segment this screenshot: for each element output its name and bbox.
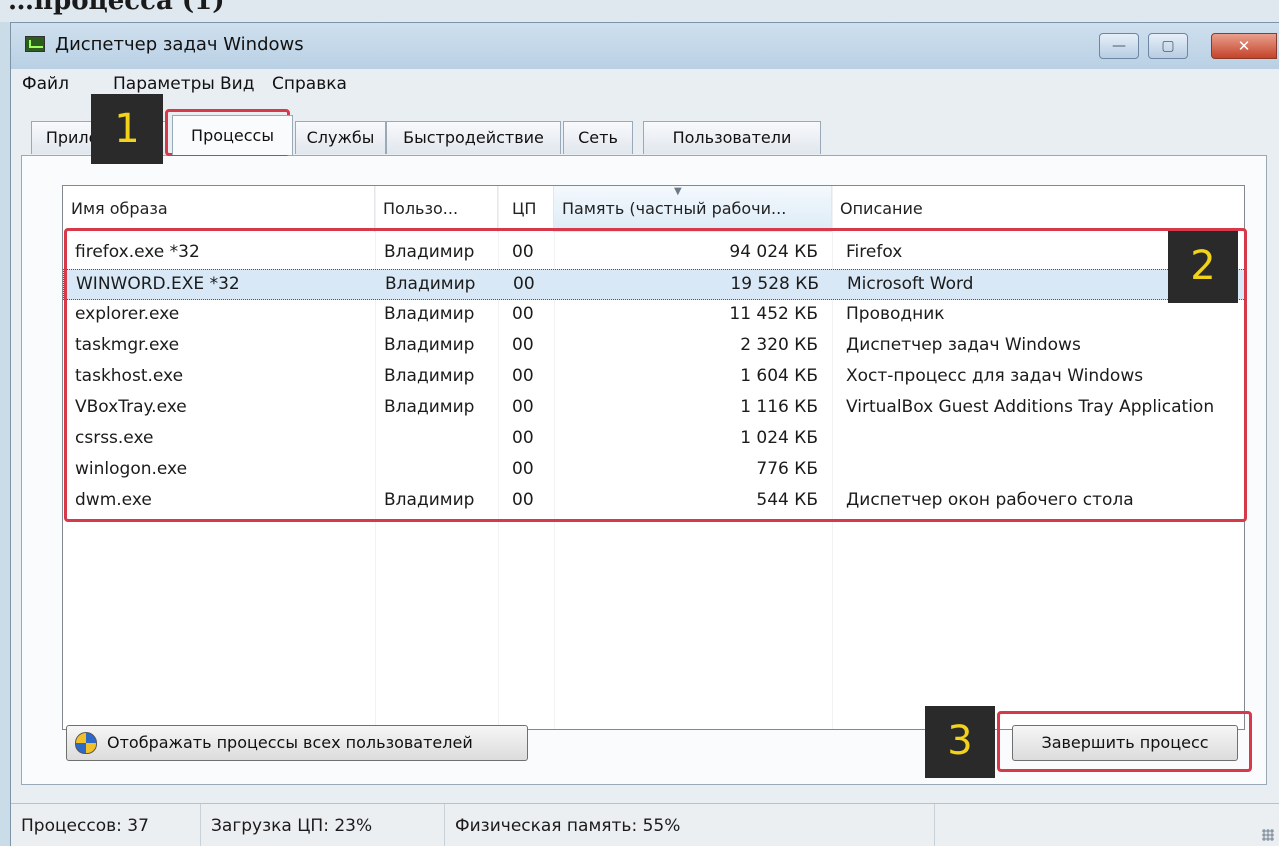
top-caption-text: …процесса (1) [8, 0, 225, 16]
column-header-cpu[interactable]: ЦП [498, 186, 554, 232]
process-name: taskhost.exe [75, 366, 184, 386]
tab-network[interactable]: Сеть [563, 121, 633, 154]
process-name: WINWORD.EXE *32 [76, 274, 240, 294]
process-name: firefox.exe *32 [75, 242, 200, 262]
menu-file[interactable]: Файл [22, 74, 69, 94]
sort-descending-icon: ▼ [674, 186, 682, 197]
process-row[interactable]: WINWORD.EXE *32 Владимир 00 19 528 КБ Micros… [63, 269, 1244, 300]
show-all-processes-button[interactable]: Отображать процессы всех пользователей [66, 725, 528, 761]
tab-processes[interactable]: Процессы [172, 115, 293, 155]
process-description: Проводник [846, 304, 945, 324]
process-user: Владимир [384, 335, 475, 355]
process-row[interactable]: taskhost.exe Владимир 00 1 604 КБ Хост-проце… [63, 362, 1244, 393]
process-user: Владимир [384, 304, 475, 324]
resize-grip[interactable] [1262, 829, 1274, 841]
process-name: dwm.exe [75, 490, 152, 510]
maximize-button[interactable]: ▢ [1148, 33, 1188, 59]
process-row[interactable]: csrss.exe 00 1 024 КБ [63, 424, 1244, 455]
column-header-description[interactable]: Описание [832, 186, 1244, 232]
process-memory: 776 КБ [756, 459, 818, 479]
process-row[interactable]: taskmgr.exe Владимир 00 2 320 КБ Диспетчер з… [63, 331, 1244, 362]
process-user: Владимир [384, 490, 475, 510]
process-name: VBoxTray.exe [75, 397, 187, 417]
process-row[interactable]: VBoxTray.exe Владимир 00 1 116 КБ VirtualBox… [63, 393, 1244, 424]
process-memory: 2 320 КБ [740, 335, 818, 355]
process-user: Владимир [384, 242, 475, 262]
process-row[interactable]: dwm.exe Владимир 00 544 КБ Диспетчер окон ра… [63, 486, 1244, 517]
minimize-button[interactable]: — [1099, 33, 1139, 59]
process-memory: 544 КБ [756, 490, 818, 510]
tab-performance[interactable]: Быстродействие [386, 121, 561, 154]
menu-options[interactable]: Параметры [113, 74, 215, 94]
status-process-count: Процессов: 37 [11, 804, 201, 846]
process-row[interactable]: winlogon.exe 00 776 КБ [63, 455, 1244, 486]
process-cpu: 00 [512, 242, 534, 262]
menu-help[interactable]: Справка [272, 74, 347, 94]
process-cpu: 00 [512, 459, 534, 479]
process-name: taskmgr.exe [75, 335, 180, 355]
process-cpu: 00 [512, 335, 534, 355]
title-bar: Диспетчер задач Windows — ▢ ✕ [11, 23, 1279, 69]
process-memory: 1 116 КБ [740, 397, 818, 417]
task-manager-window: Диспетчер задач Windows — ▢ ✕ Файл Парам… [10, 22, 1279, 846]
process-list[interactable]: Имя образа Пользо... ЦП Память (частный … [62, 185, 1245, 730]
process-cpu: 00 [512, 428, 534, 448]
status-cpu-usage: Загрузка ЦП: 23% [201, 804, 445, 846]
process-memory: 1 604 КБ [740, 366, 818, 386]
column-header-memory[interactable]: Память (частный рабочи... ▼ [554, 186, 832, 232]
process-user: Владимир [384, 397, 475, 417]
process-memory: 94 024 КБ [729, 242, 818, 262]
process-memory: 19 528 КБ [730, 274, 819, 294]
process-cpu: 00 [513, 274, 535, 294]
end-process-button[interactable]: Завершить процесс [1012, 725, 1238, 761]
callout-step-3: 3 [925, 706, 995, 778]
close-button[interactable]: ✕ [1211, 33, 1277, 59]
process-description: Диспетчер окон рабочего стола [846, 490, 1134, 510]
process-description: Диспетчер задач Windows [846, 335, 1081, 355]
menu-bar: Файл Параметры Вид Справка [11, 71, 1279, 99]
tab-users[interactable]: Пользователи [643, 121, 821, 154]
callout-step-2: 2 [1168, 231, 1238, 303]
process-user: Владимир [384, 366, 475, 386]
process-row[interactable]: explorer.exe Владимир 00 11 452 КБ Проводник [63, 300, 1244, 331]
process-row[interactable]: firefox.exe *32 Владимир 00 94 024 КБ Firefo… [63, 238, 1244, 269]
column-header-memory-label: Память (частный рабочи... [562, 199, 787, 218]
process-memory: 1 024 КБ [740, 428, 818, 448]
column-header-image-name[interactable]: Имя образа [63, 186, 375, 232]
top-caption-strip: …процесса (1) [0, 0, 1279, 22]
process-name: winlogon.exe [75, 459, 188, 479]
process-cpu: 00 [512, 490, 534, 510]
process-name: csrss.exe [75, 428, 154, 448]
process-description: VirtualBox Guest Additions Tray Applicat… [846, 397, 1215, 417]
process-description: Хост-процесс для задач Windows [846, 366, 1144, 386]
column-header-user[interactable]: Пользо... [375, 186, 498, 232]
task-manager-icon [25, 36, 45, 52]
window-title: Диспетчер задач Windows [55, 34, 304, 55]
callout-step-1: 1 [91, 94, 163, 164]
process-memory: 11 452 КБ [729, 304, 818, 324]
process-name: explorer.exe [75, 304, 180, 324]
process-cpu: 00 [512, 397, 534, 417]
status-bar: Процессов: 37 Загрузка ЦП: 23% Физическа… [11, 803, 1279, 846]
status-physical-memory: Физическая память: 55% [445, 804, 935, 846]
tab-services[interactable]: Службы [295, 121, 386, 154]
show-all-processes-label: Отображать процессы всех пользователей [107, 733, 473, 752]
process-cpu: 00 [512, 304, 534, 324]
uac-shield-icon [75, 732, 97, 754]
process-cpu: 00 [512, 366, 534, 386]
process-user: Владимир [385, 274, 476, 294]
menu-view[interactable]: Вид [220, 74, 254, 94]
